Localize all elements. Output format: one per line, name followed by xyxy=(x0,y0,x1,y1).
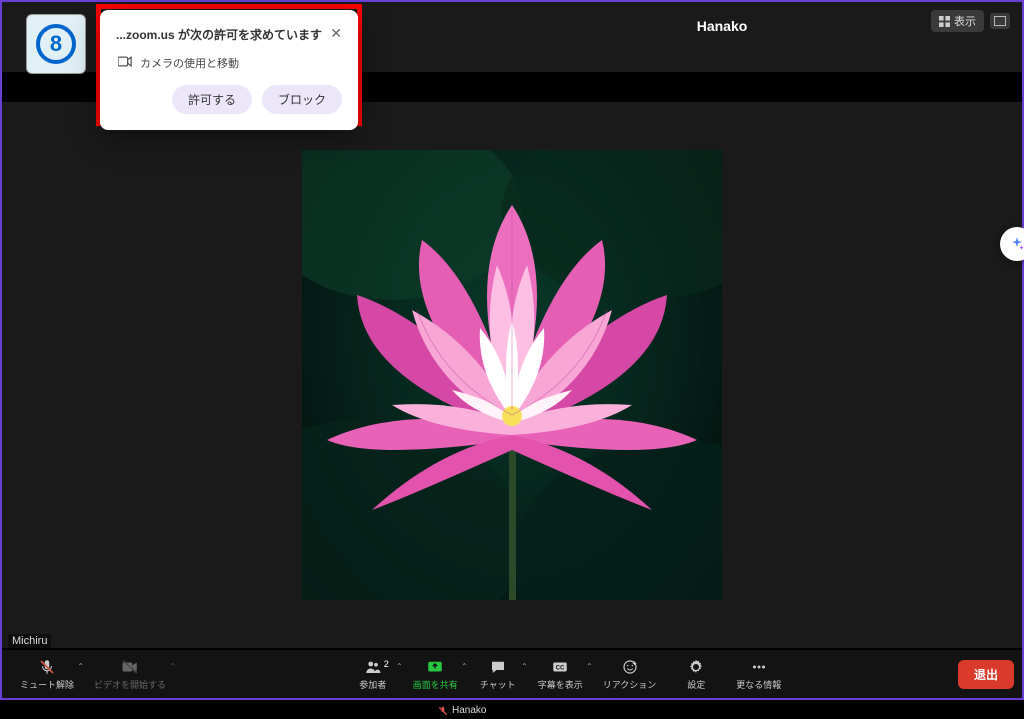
chat-button[interactable]: ⌃ チャット xyxy=(468,658,528,691)
chevron-up-icon[interactable]: ⌃ xyxy=(396,662,403,671)
close-icon[interactable]: ✕ xyxy=(330,26,342,40)
participants-icon xyxy=(364,658,382,676)
video-button[interactable]: ⌃ ビデオを開始する xyxy=(84,658,176,691)
step-number: 8 xyxy=(50,31,62,57)
chat-label: チャット xyxy=(480,678,516,691)
reactions-button[interactable]: リアクション xyxy=(593,658,667,691)
permission-title: ...zoom.us が次の許可を求めています xyxy=(116,26,322,43)
more-icon xyxy=(750,658,768,676)
video-avatar-image xyxy=(302,150,722,600)
settings-label: 設定 xyxy=(687,678,705,691)
participant-tag: Hanako xyxy=(432,703,492,718)
camera-off-icon xyxy=(121,658,139,676)
step-badge: 8 xyxy=(26,14,86,74)
view-label: 表示 xyxy=(954,13,976,29)
view-controls: 表示 xyxy=(931,10,1010,32)
chevron-up-icon[interactable]: ⌃ xyxy=(461,662,468,671)
mic-muted-icon xyxy=(438,706,448,716)
smile-icon xyxy=(621,658,639,676)
more-button[interactable]: 更なる情報 xyxy=(726,658,791,691)
participant-main-name: Hanako xyxy=(697,18,748,34)
participants-count: 2 xyxy=(384,659,389,669)
participants-label: 参加者 xyxy=(359,678,386,691)
main-video-area xyxy=(2,102,1022,648)
cc-icon: CC xyxy=(551,658,569,676)
captions-button[interactable]: ⌃ CC 字幕を表示 xyxy=(528,658,593,691)
chevron-up-icon[interactable]: ⌃ xyxy=(586,662,593,671)
allow-button[interactable]: 許可する xyxy=(172,85,252,114)
chevron-up-icon[interactable]: ⌃ xyxy=(77,662,84,671)
caption-label: 字幕を表示 xyxy=(538,678,583,691)
reaction-label: リアクション xyxy=(603,678,657,691)
more-label: 更なる情報 xyxy=(736,678,781,691)
permission-dialog: ...zoom.us が次の許可を求めています ✕ カメラの使用と移動 許可する… xyxy=(100,10,358,130)
share-screen-button[interactable]: ⌃ 画面を共有 xyxy=(403,658,468,691)
view-button[interactable]: 表示 xyxy=(931,10,984,32)
chat-icon xyxy=(489,658,507,676)
fullscreen-button[interactable] xyxy=(990,13,1010,29)
chevron-up-icon[interactable]: ⌃ xyxy=(169,662,176,671)
share-screen-icon xyxy=(426,658,444,676)
permission-body: カメラの使用と移動 xyxy=(140,55,239,71)
meeting-toolbar: ⌃ ミュート解除 ⌃ ビデオを開始する ⌃ 2 参加者 ⌃ xyxy=(2,650,1022,698)
block-button[interactable]: ブロック xyxy=(262,85,342,114)
share-label: 画面を共有 xyxy=(413,678,458,691)
video-label: ビデオを開始する xyxy=(94,678,166,691)
leave-button[interactable]: 退出 xyxy=(958,660,1014,689)
self-name-label: Michiru xyxy=(8,634,51,648)
mute-label: ミュート解除 xyxy=(20,678,74,691)
participants-button[interactable]: ⌃ 2 参加者 xyxy=(343,658,403,691)
chevron-up-icon[interactable]: ⌃ xyxy=(521,662,528,671)
settings-button[interactable]: 設定 xyxy=(666,658,726,691)
svg-text:CC: CC xyxy=(556,665,565,671)
microphone-muted-icon xyxy=(38,658,56,676)
mute-button[interactable]: ⌃ ミュート解除 xyxy=(10,658,84,691)
camera-icon xyxy=(118,56,132,70)
participant-tag-label: Hanako xyxy=(452,705,486,716)
gear-icon xyxy=(687,658,705,676)
